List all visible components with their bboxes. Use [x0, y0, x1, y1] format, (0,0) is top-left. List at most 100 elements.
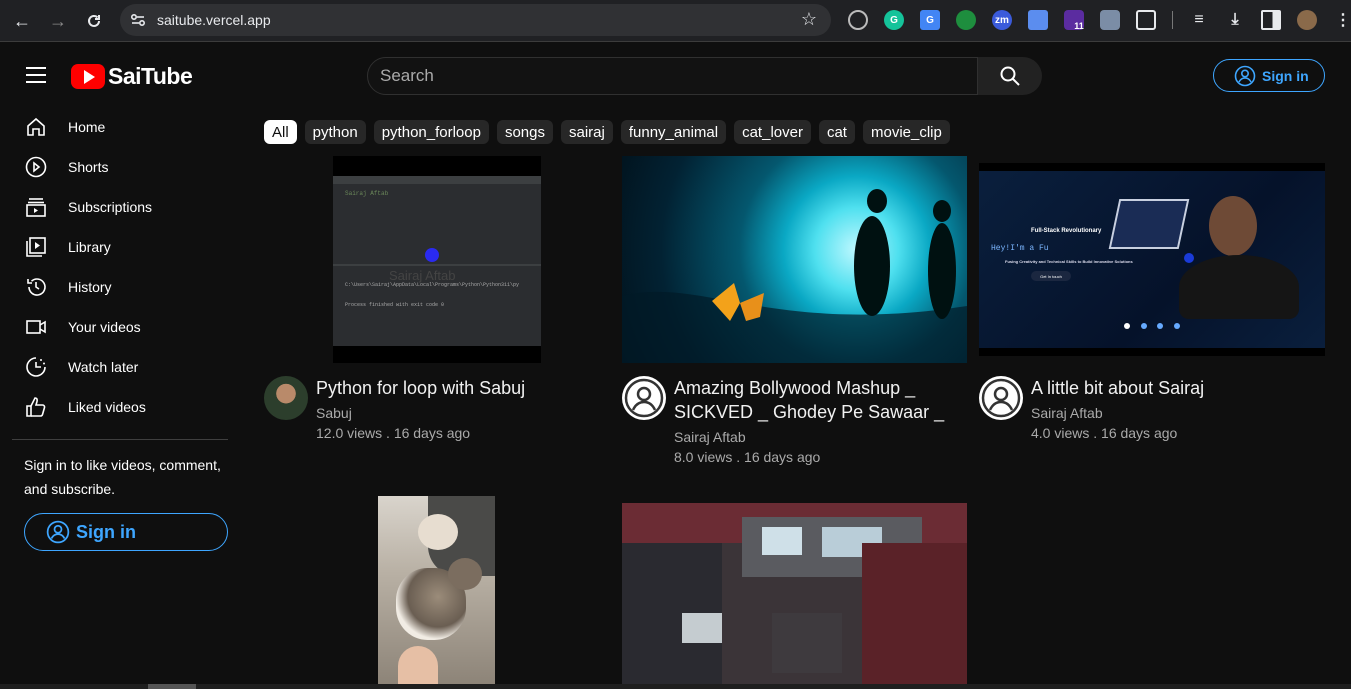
- grammarly-icon[interactable]: G: [884, 10, 904, 30]
- shield-icon[interactable]: [1100, 10, 1120, 30]
- default-avatar-icon: [981, 378, 1021, 418]
- sidebar-item-label: Library: [68, 239, 111, 255]
- sidebar-item-home[interactable]: Home: [24, 107, 105, 147]
- chip-all[interactable]: All: [264, 120, 297, 144]
- sidebar-divider: [12, 439, 228, 440]
- sidebar-item-watch-later[interactable]: Watch later: [24, 347, 138, 387]
- sidebar-item-label: Liked videos: [68, 399, 146, 415]
- chip-cat-lover[interactable]: cat_lover: [734, 120, 811, 144]
- channel-name[interactable]: Sairaj Aftab: [1031, 405, 1103, 421]
- forward-icon[interactable]: →: [45, 8, 71, 34]
- side-panel-icon[interactable]: [1261, 10, 1281, 30]
- zoom-icon[interactable]: zm: [992, 10, 1012, 30]
- chip-python-forloop[interactable]: python_forloop: [373, 120, 489, 144]
- your-videos-icon: [24, 315, 48, 339]
- browser-menu-icon[interactable]: ⋮: [1333, 10, 1351, 30]
- video-thumbnail[interactable]: [622, 503, 967, 684]
- signin-prompt: Sign in to like videos, comment, and sub…: [24, 457, 221, 497]
- chip-python[interactable]: python: [304, 120, 366, 144]
- channel-name[interactable]: Sairaj Aftab: [674, 429, 746, 445]
- horizontal-scrollbar[interactable]: [0, 684, 1351, 689]
- history-icon: [24, 275, 48, 299]
- video-thumbnail[interactable]: [378, 496, 495, 684]
- sidebar-item-label: Subscriptions: [68, 199, 153, 215]
- sidebar-item-history[interactable]: History: [24, 267, 112, 307]
- video-meta: 4.0 views . 16 days ago: [1031, 425, 1178, 441]
- library-icon: [24, 235, 48, 259]
- channel-name[interactable]: Sabuj: [316, 405, 352, 421]
- promo-subtitle: Fusing Creativity and Technical Skills t…: [1005, 259, 1133, 264]
- search-box[interactable]: [367, 57, 978, 95]
- thumbnail-watermark: Sairaj Aftab: [389, 268, 456, 283]
- category-chips: All python python_forloop songs sairaj f…: [264, 120, 958, 144]
- signin-label: Sign in: [1262, 67, 1309, 84]
- video-title[interactable]: Amazing Bollywood Mashup _ SICKVED _ Gho…: [674, 376, 966, 424]
- extension-icon[interactable]: [1028, 10, 1048, 30]
- watch-later-icon: [24, 355, 48, 379]
- cursor-dot: [425, 248, 439, 262]
- extension-icon[interactable]: [956, 10, 976, 30]
- site-info-icon[interactable]: [128, 10, 148, 30]
- channel-avatar[interactable]: [622, 376, 666, 420]
- chip-movie-clip[interactable]: movie_clip: [862, 120, 950, 144]
- chip-sairaj[interactable]: sairaj: [561, 120, 613, 144]
- chip-funny-animal[interactable]: funny_animal: [620, 120, 727, 144]
- promo-button: Get In touch: [1031, 271, 1071, 281]
- search-icon: [1000, 66, 1020, 86]
- code-line: Sairaj Aftab: [345, 190, 389, 197]
- video-title[interactable]: A little bit about Sairaj: [1031, 376, 1325, 400]
- search-button[interactable]: [978, 57, 1042, 95]
- hamburger-menu-icon[interactable]: [26, 67, 46, 85]
- sidebar-signin-button[interactable]: Sign in: [24, 513, 228, 551]
- sidebar-item-label: Shorts: [68, 159, 109, 175]
- home-icon: [24, 115, 48, 139]
- brand-name: SaiTube: [108, 63, 193, 89]
- extensions-puzzle-icon[interactable]: [1136, 10, 1156, 30]
- reading-list-icon[interactable]: ≡: [1189, 10, 1209, 30]
- reload-icon[interactable]: [81, 8, 107, 34]
- search-input[interactable]: [368, 58, 977, 94]
- header-signin-button[interactable]: Sign in: [1213, 59, 1325, 92]
- extension-badge: 11: [1074, 21, 1084, 31]
- sidebar-item-library[interactable]: Library: [24, 227, 111, 267]
- extension-icon[interactable]: [848, 10, 868, 30]
- subscriptions-icon: [24, 195, 48, 219]
- signin-label: Sign in: [76, 521, 136, 542]
- chip-cat[interactable]: cat: [818, 120, 855, 144]
- back-icon[interactable]: ←: [9, 8, 35, 34]
- promo-heading: Full-Stack Revolutionary: [1031, 228, 1102, 234]
- play-logo-icon: [71, 64, 105, 89]
- video-thumbnail[interactable]: Sairaj Aftab Sairaj Aftab C:\Users\Saira…: [333, 156, 541, 363]
- channel-avatar[interactable]: [979, 376, 1023, 420]
- saitube-logo[interactable]: SaiTube: [71, 63, 193, 90]
- shorts-icon: [24, 155, 48, 179]
- console-line: Process finished with exit code 0: [345, 302, 445, 308]
- video-thumbnail[interactable]: Full-Stack Revolutionary Hey!I'm a Fu Fu…: [979, 163, 1325, 356]
- sidebar-item-label: Your videos: [68, 319, 141, 335]
- address-bar[interactable]: saitube.vercel.app ☆: [120, 4, 831, 36]
- sidebar-item-label: History: [68, 279, 112, 295]
- bookmark-star-icon[interactable]: ☆: [801, 9, 817, 30]
- browser-toolbar: ← → saitube.vercel.app ☆ G G zm 11 ≡ ⤓ ⋮: [0, 0, 1351, 42]
- download-icon[interactable]: ⤓: [1225, 10, 1245, 30]
- url-text: saitube.vercel.app: [157, 12, 271, 28]
- sidebar-item-shorts[interactable]: Shorts: [24, 147, 108, 187]
- sidebar-item-label: Watch later: [68, 359, 139, 375]
- liked-videos-icon: [24, 395, 48, 419]
- sidebar-item-subscriptions[interactable]: Subscriptions: [24, 187, 152, 227]
- user-circle-icon: [46, 520, 70, 544]
- profile-avatar[interactable]: [1297, 10, 1317, 30]
- video-thumbnail[interactable]: [622, 156, 967, 363]
- video-title[interactable]: Python for loop with Sabuj: [316, 376, 606, 400]
- extension-badge-icon[interactable]: 11: [1064, 10, 1084, 31]
- channel-avatar[interactable]: [264, 376, 308, 420]
- sidebar-item-liked-videos[interactable]: Liked videos: [24, 387, 146, 427]
- video-meta: 8.0 views . 16 days ago: [674, 449, 821, 465]
- scrollbar-thumb[interactable]: [148, 684, 196, 689]
- translate-icon[interactable]: G: [920, 10, 940, 30]
- default-avatar-icon: [624, 378, 664, 418]
- promo-intro: Hey!I'm a Fu: [991, 244, 1049, 253]
- video-meta: 12.0 views . 16 days ago: [316, 425, 471, 441]
- chip-songs[interactable]: songs: [496, 120, 553, 144]
- sidebar-item-your-videos[interactable]: Your videos: [24, 307, 141, 347]
